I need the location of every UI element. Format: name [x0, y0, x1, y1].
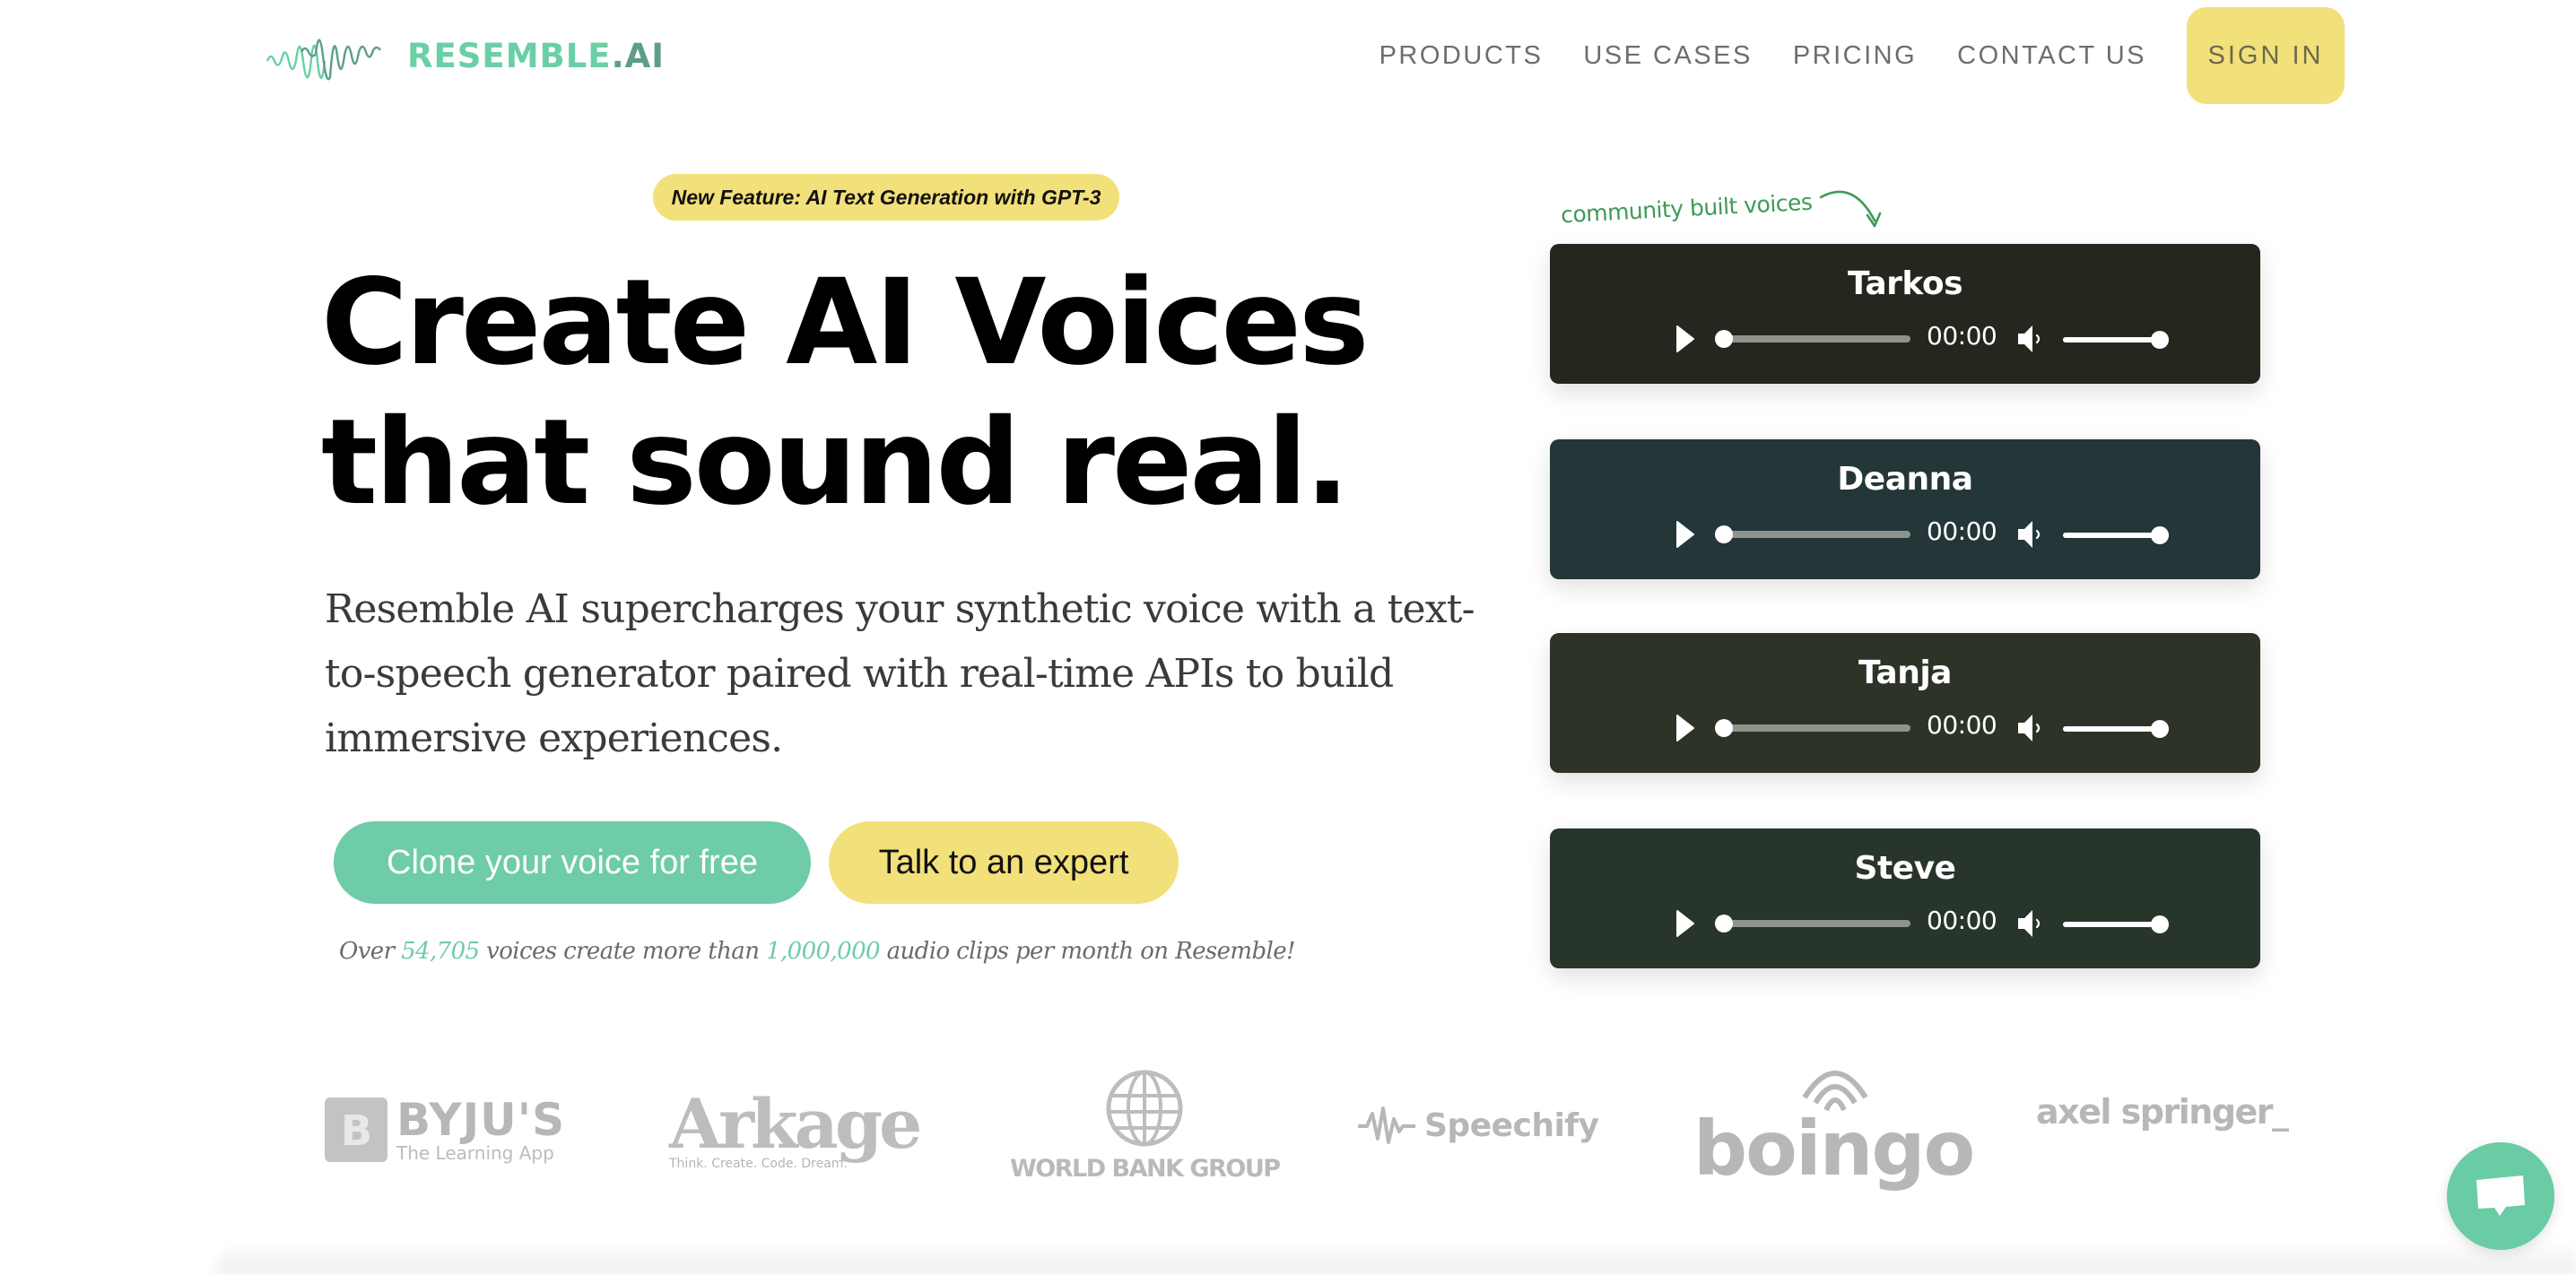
- annotation-text: community built voices: [1560, 188, 1814, 229]
- audio-player: 00:00: [1550, 513, 2260, 552]
- headline-line-2: that sound real.: [321, 394, 1350, 532]
- client-logos: B BYJU'S The Learning App Arkage Think. …: [0, 1058, 2576, 1193]
- sign-in-button[interactable]: SIGN IN: [2187, 7, 2345, 104]
- time-display: 00:00: [1927, 321, 1997, 351]
- usage-stats: Over 54,705 voices create more than 1,00…: [339, 938, 1295, 965]
- curved-arrow-icon: [1820, 190, 1882, 228]
- audio-player: 00:00: [1550, 707, 2260, 746]
- waveform-icon: [265, 39, 381, 81]
- play-icon[interactable]: [1675, 325, 1695, 353]
- clone-voice-button[interactable]: Clone your voice for free: [334, 821, 811, 904]
- voice-name: Steve: [1854, 850, 1956, 887]
- chat-bubble-icon: [2476, 1175, 2525, 1216]
- volume-icon[interactable]: [2016, 907, 2045, 940]
- headline-line-1: Create AI Voices: [321, 254, 1370, 392]
- nav-products[interactable]: PRODUCTS: [1379, 41, 1544, 71]
- voice-name: Tanja: [1858, 655, 1952, 691]
- nav-contact-us[interactable]: CONTACT US: [1957, 41, 2146, 71]
- boingo-logo: boingo: [1693, 1065, 1975, 1186]
- community-annotation: community built voices: [1560, 185, 1889, 235]
- nav-pricing[interactable]: PRICING: [1793, 41, 1917, 71]
- next-section-shadow: [215, 1239, 2576, 1275]
- time-display: 00:00: [1927, 710, 1997, 740]
- play-icon[interactable]: [1675, 909, 1695, 938]
- time-display: 00:00: [1927, 906, 1997, 935]
- progress-slider[interactable]: [1715, 525, 1910, 543]
- progress-slider[interactable]: [1715, 330, 1910, 348]
- volume-icon[interactable]: [2016, 323, 2045, 355]
- voice-card: Tarkos 00:00: [1550, 244, 2260, 384]
- volume-slider[interactable]: [2063, 915, 2169, 933]
- voices-count: 54,705: [401, 938, 480, 965]
- volume-slider[interactable]: [2063, 720, 2169, 738]
- audio-player: 00:00: [1550, 902, 2260, 941]
- main-nav: PRODUCTS USE CASES PRICING CONTACT US SI…: [1379, 7, 2345, 104]
- page-title: Create AI Voices that sound real.: [321, 253, 1370, 533]
- voice-card: Tanja 00:00: [1550, 633, 2260, 773]
- new-feature-badge[interactable]: New Feature: AI Text Generation with GPT…: [653, 174, 1119, 221]
- byjus-mark-icon: B: [325, 1097, 387, 1162]
- progress-slider[interactable]: [1715, 719, 1910, 737]
- volume-slider[interactable]: [2063, 331, 2169, 349]
- volume-icon[interactable]: [2016, 518, 2045, 551]
- play-icon[interactable]: [1675, 520, 1695, 549]
- byjus-logo: B BYJU'S The Learning App: [325, 1097, 565, 1162]
- progress-slider[interactable]: [1715, 915, 1910, 932]
- axel-springer-logo: axel springer_: [2036, 1092, 2289, 1132]
- logo[interactable]: RESEMBLE.AI: [265, 25, 665, 86]
- clips-count: 1,000,000: [766, 938, 881, 965]
- volume-slider[interactable]: [2063, 526, 2169, 544]
- speechify-wave-icon: [1358, 1106, 1415, 1144]
- time-display: 00:00: [1927, 516, 1997, 546]
- arkage-logo: Arkage Think. Create. Code. Dream.: [669, 1084, 922, 1172]
- globe-icon: [1106, 1070, 1183, 1147]
- nav-use-cases[interactable]: USE CASES: [1583, 41, 1753, 71]
- volume-icon[interactable]: [2016, 712, 2045, 744]
- logo-text: RESEMBLE.AI: [407, 36, 666, 75]
- world-bank-logo: WORLD BANK GROUP: [1010, 1067, 1281, 1183]
- talk-to-expert-button[interactable]: Talk to an expert: [829, 821, 1179, 904]
- hero-description: Resemble AI supercharges your synthetic …: [325, 586, 1475, 761]
- voice-name: Tarkos: [1847, 265, 1963, 302]
- audio-player: 00:00: [1550, 317, 2260, 357]
- speechify-logo: Speechify: [1356, 1105, 1599, 1146]
- voice-card: Deanna 00:00: [1550, 439, 2260, 579]
- voice-name: Deanna: [1837, 461, 1973, 498]
- chat-widget-button[interactable]: [2447, 1142, 2554, 1250]
- play-icon[interactable]: [1675, 714, 1695, 742]
- voice-card: Steve 00:00: [1550, 828, 2260, 968]
